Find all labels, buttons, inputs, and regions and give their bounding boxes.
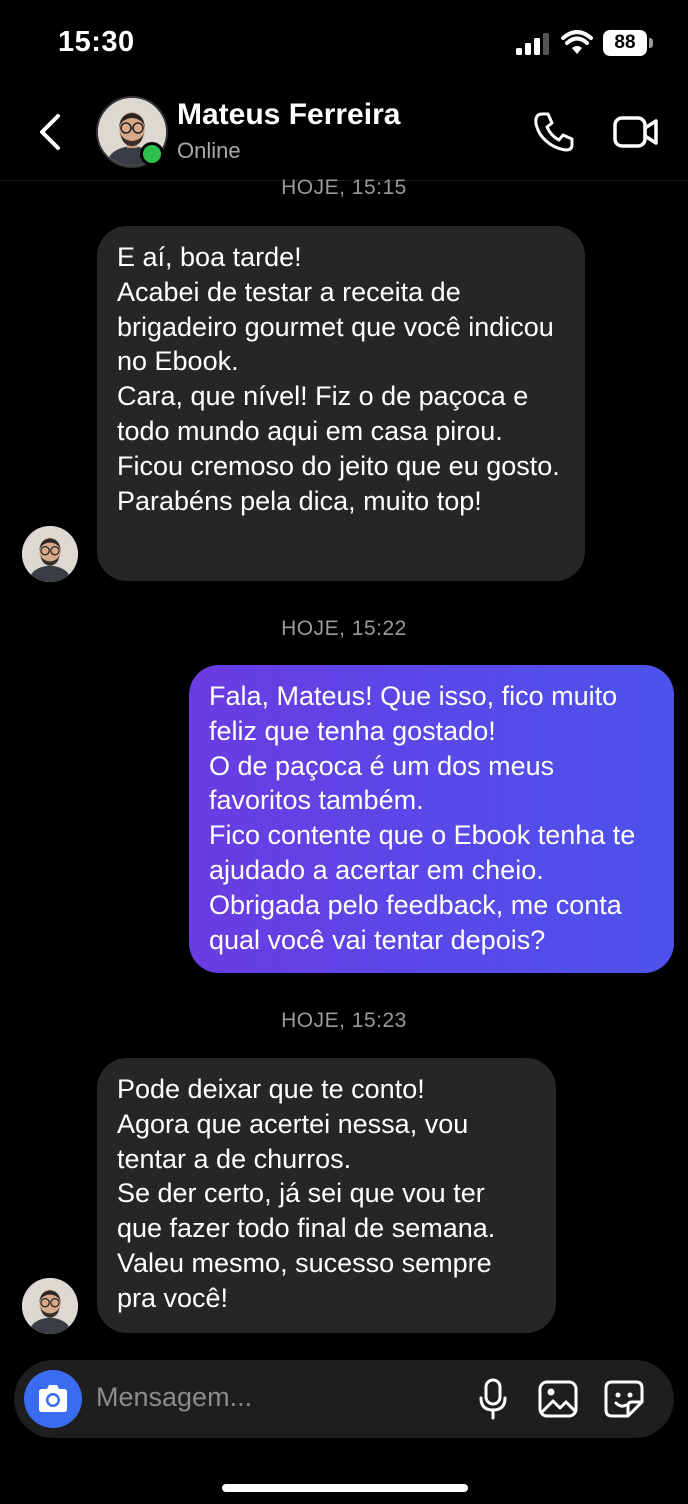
message-composer: Mensagem... [14, 1360, 674, 1438]
contact-status: Online [177, 138, 241, 163]
battery-tip [649, 38, 653, 48]
person-avatar-icon [22, 1278, 78, 1334]
incoming-message[interactable]: E aí, boa tarde! Acabei de testar a rece… [97, 226, 585, 581]
home-indicator[interactable] [222, 1484, 468, 1492]
status-time: 15:30 [58, 26, 135, 58]
camera-button[interactable] [24, 1370, 82, 1428]
wifi-icon [561, 30, 593, 54]
battery-icon: 88 [603, 30, 647, 56]
sticker-icon[interactable] [604, 1380, 644, 1418]
camera-icon [39, 1385, 67, 1412]
message-input[interactable]: Mensagem... [96, 1382, 252, 1413]
signal-icon [516, 33, 549, 55]
contact-name[interactable]: Mateus Ferreira [177, 98, 400, 132]
sender-avatar[interactable] [22, 526, 78, 582]
back-arrow-icon[interactable] [34, 112, 66, 152]
video-call-icon[interactable] [612, 112, 660, 152]
incoming-message[interactable]: Pode deixar que te conto! Agora que acer… [97, 1058, 556, 1333]
timestamp: HOJE, 15:15 [281, 176, 407, 199]
person-avatar-icon [22, 526, 78, 582]
chat-header: Mateus Ferreira Online [0, 82, 688, 181]
outgoing-message[interactable]: Fala, Mateus! Que isso, fico muito feliz… [189, 665, 674, 973]
gallery-icon[interactable] [538, 1380, 578, 1418]
sender-avatar[interactable] [22, 1278, 78, 1334]
phone-call-icon[interactable] [532, 110, 576, 154]
timestamp: HOJE, 15:22 [281, 617, 407, 640]
online-indicator [140, 142, 164, 166]
microphone-icon[interactable] [478, 1378, 508, 1420]
timestamp: HOJE, 15:23 [281, 1009, 407, 1032]
